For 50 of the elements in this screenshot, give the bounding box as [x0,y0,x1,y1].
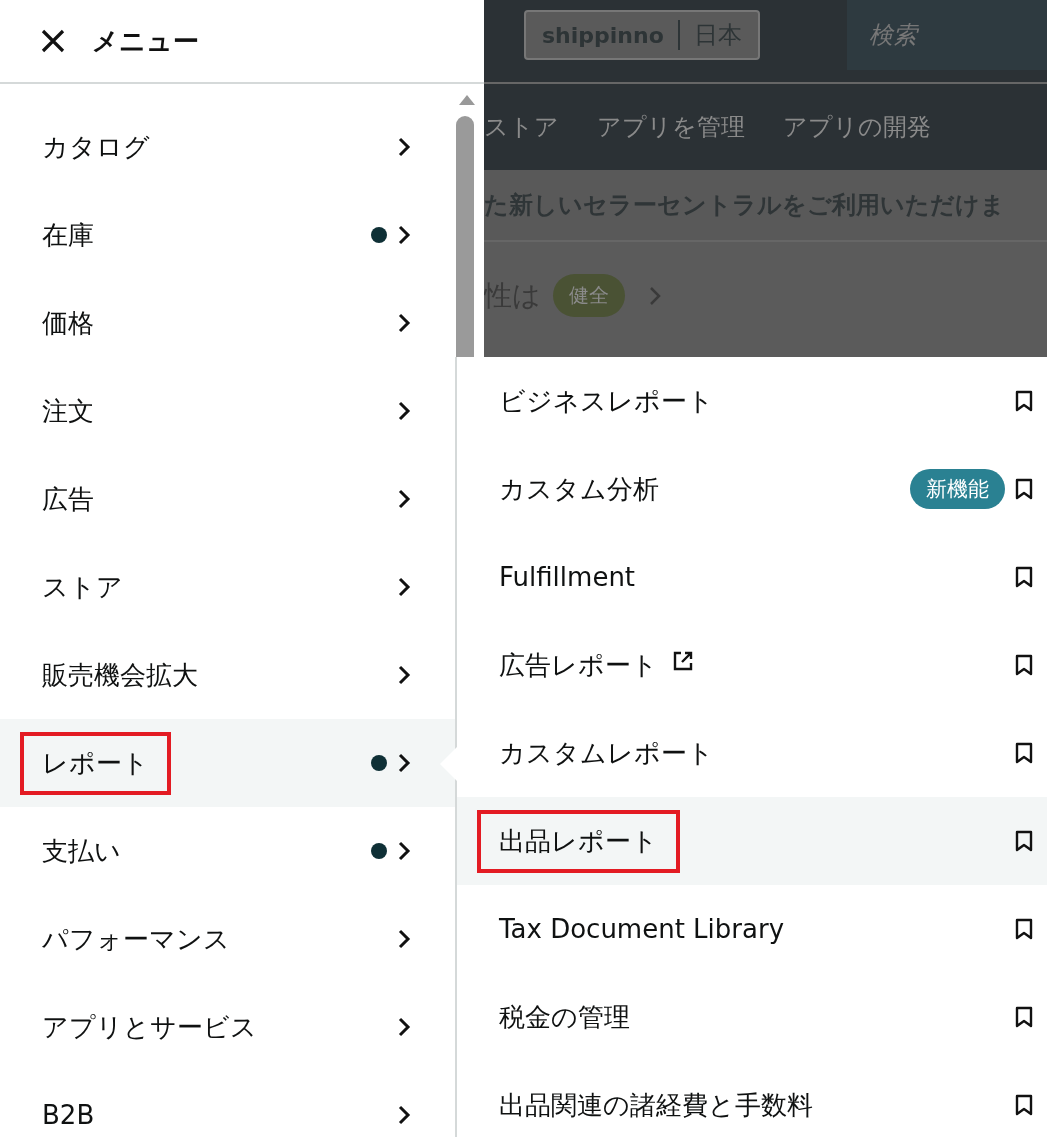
submenu-item[interactable]: 出品関連の諸経費と手数料 [457,1061,1047,1137]
bookmark-icon[interactable] [1015,918,1033,940]
chevron-icon [397,664,411,686]
submenu-item[interactable]: 税金の管理 [457,973,1047,1061]
nav-link[interactable]: ストア [484,111,559,143]
submenu-item[interactable]: ビジネスレポート [457,357,1047,445]
nav-link[interactable]: アプリの開発 [783,111,931,143]
menu-item[interactable]: レポート [0,719,455,807]
status-badge: 健全 [553,274,625,317]
submenu-item[interactable]: カスタムレポート [457,709,1047,797]
menu-item[interactable]: 注文 [0,367,455,455]
submenu-item[interactable]: カスタム分析 新機能 [457,445,1047,533]
search-field[interactable]: 検索 [847,0,1047,70]
chevron-icon [397,576,411,598]
menu-item[interactable]: B2B [0,1071,455,1137]
menu-item[interactable]: パフォーマンス [0,895,455,983]
chevron-icon [397,752,411,774]
menu-title: メニュー [92,24,199,58]
chevron-icon [397,312,411,334]
bookmark-icon[interactable] [1015,478,1033,500]
menu-item[interactable]: 在庫 [0,191,455,279]
chevron-icon [397,488,411,510]
menu-item[interactable]: 価格 [0,279,455,367]
menu-item[interactable]: ストア [0,543,455,631]
bookmark-icon[interactable] [1015,654,1033,676]
bookmark-icon[interactable] [1015,742,1033,764]
chevron-icon [397,1104,411,1126]
menu-item[interactable]: カタログ [0,103,455,191]
bookmark-icon[interactable] [1015,830,1033,852]
menu-item[interactable]: アプリとサービス [0,983,455,1071]
menu-item[interactable]: 広告 [0,455,455,543]
close-icon[interactable] [40,28,66,54]
submenu-item[interactable]: Fulfillment [457,533,1047,621]
menu-item[interactable]: 販売機会拡大 [0,631,455,719]
chevron-icon [397,928,411,950]
nav-link[interactable]: アプリを管理 [597,111,745,143]
bookmark-icon[interactable] [1015,390,1033,412]
chevron-icon [397,1016,411,1038]
chevron-icon [397,136,411,158]
chevron-icon [397,400,411,422]
chevron-icon [397,840,411,862]
bookmark-icon[interactable] [1015,566,1033,588]
menu-item[interactable]: 支払い [0,807,455,895]
bookmark-icon[interactable] [1015,1094,1033,1116]
bookmark-icon[interactable] [1015,1006,1033,1028]
chevron-icon [397,224,411,246]
new-badge: 新機能 [910,469,1005,509]
submenu-item[interactable]: 広告レポート [457,621,1047,709]
submenu-item[interactable]: Tax Document Library [457,885,1047,973]
submenu-item[interactable]: 出品レポート [457,797,1047,885]
